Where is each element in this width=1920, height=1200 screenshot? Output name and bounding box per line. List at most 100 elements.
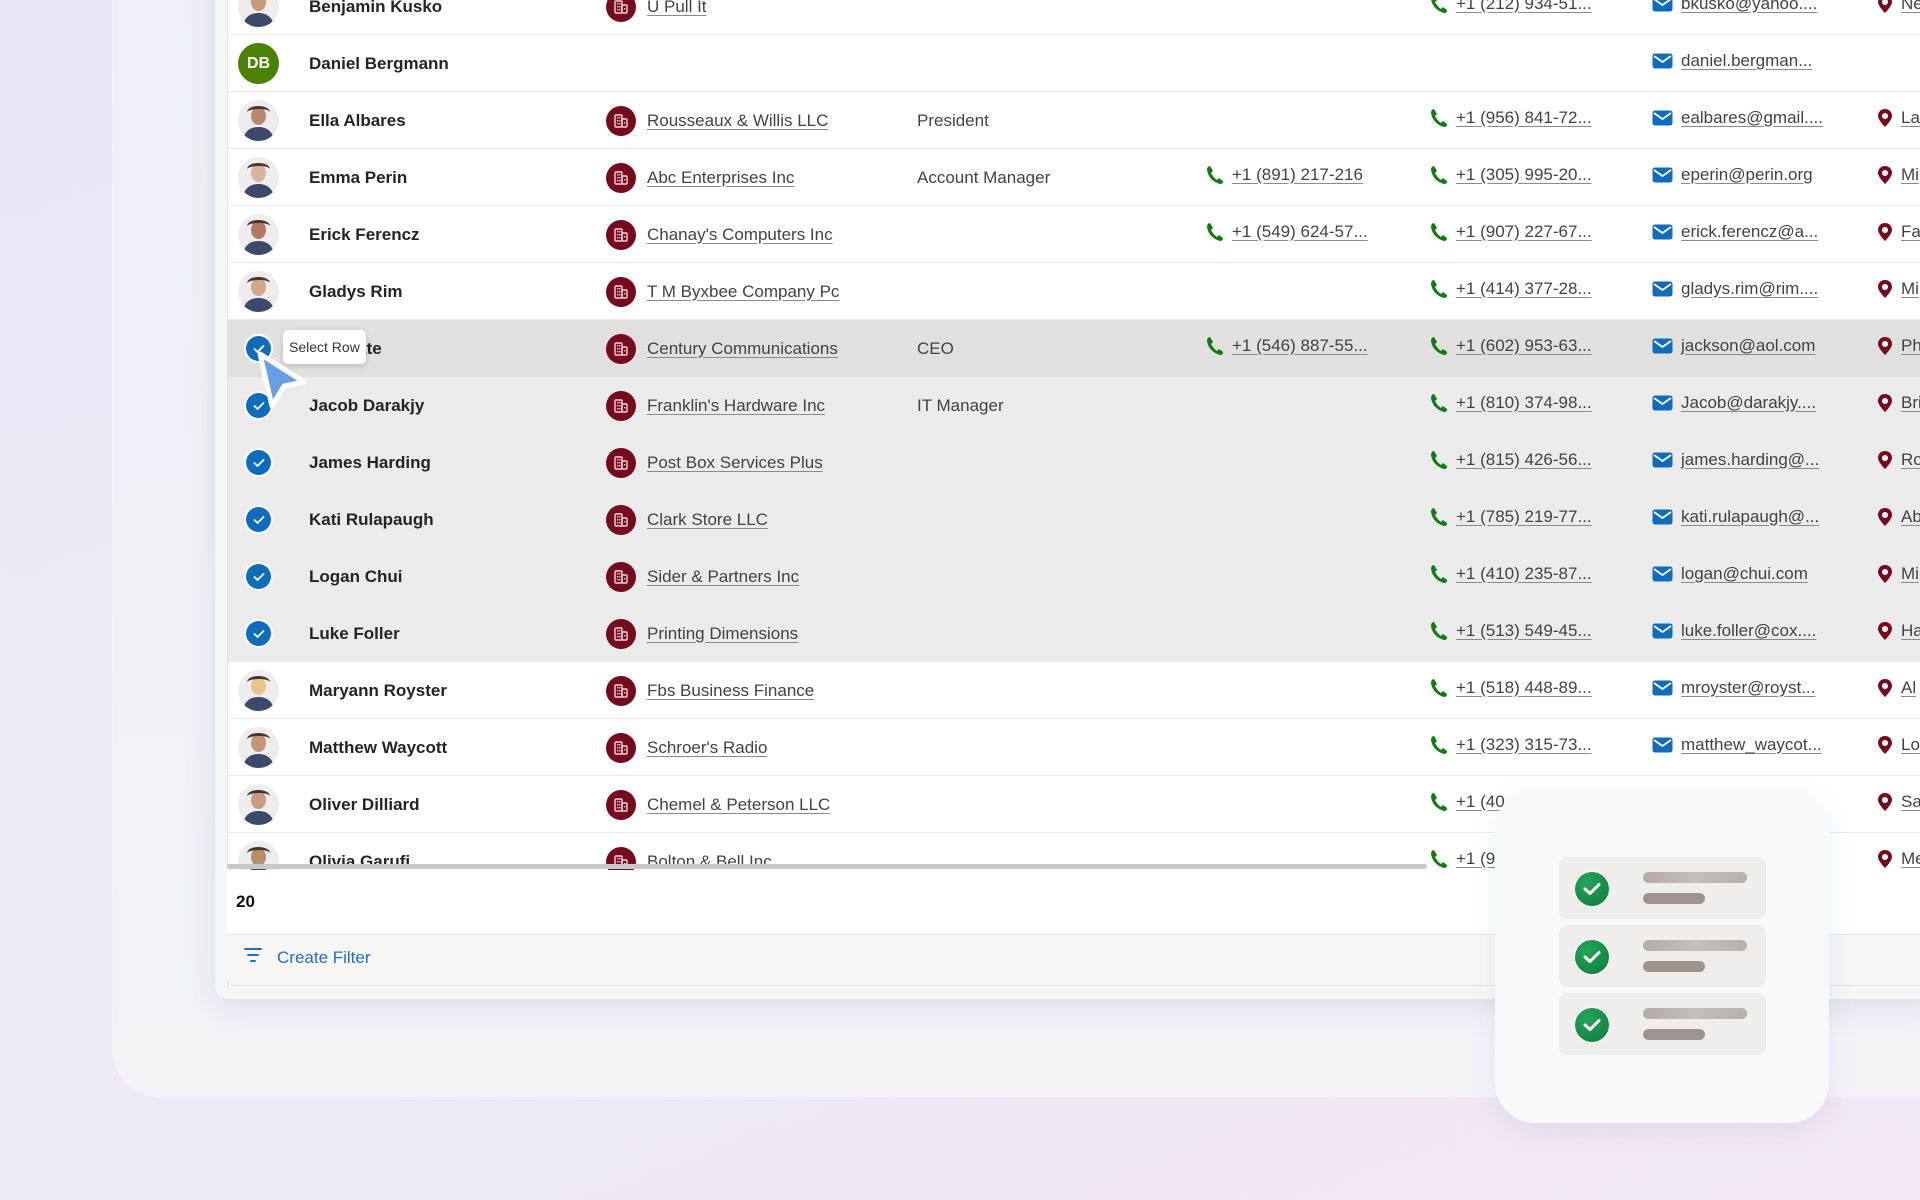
location-link[interactable]: Ha [1901,621,1920,641]
mobile-phone-link[interactable]: +1 (513) 549-45... [1456,621,1592,641]
table-row[interactable]: James Harding Post Box Services Plus +1 (8… [228,434,1920,491]
company-link[interactable]: Abc Enterprises Inc [647,168,794,188]
mobile-phone-link[interactable]: +1 (785) 219-77... [1456,507,1592,527]
location-link[interactable]: Ro [1901,450,1920,470]
horizontal-scrollbar[interactable] [227,864,1427,869]
company-link[interactable]: Century Communications [647,339,838,359]
business-phone-link[interactable]: +1 (891) 217-216 [1232,165,1363,185]
avatar[interactable] [238,727,279,768]
checkmark-circle-icon[interactable] [246,621,271,646]
table-row[interactable]: Luke Foller Printing Dimensions +1 (513) 5… [228,605,1920,662]
table-row[interactable]: Jacob Darakjy Franklin's Hardware Inc IT M… [228,377,1920,434]
location-link[interactable]: Fa [1901,222,1920,242]
location-link[interactable]: La [1901,108,1920,128]
email-link[interactable]: Jacob@darakjy.... [1681,393,1816,413]
contact-name[interactable]: Daniel Bergmann [309,54,449,74]
contact-name[interactable]: Matthew Waycott [309,738,447,758]
email-link[interactable]: bkusko@yahoo.... [1681,0,1817,14]
company-link[interactable]: T M Byxbee Company Pc [647,282,839,302]
location-link[interactable]: Mi [1901,165,1919,185]
mobile-phone-link[interactable]: +1 (40 [1456,792,1505,812]
mobile-phone-link[interactable]: +1 (956) 841-72... [1456,108,1592,128]
contact-name[interactable]: Emma Perin [309,168,407,188]
table-row[interactable]: Matthew Waycott Schroer's Radio +1 (323) 3… [228,719,1920,776]
contact-name[interactable]: Gladys Rim [309,282,403,302]
checkmark-circle-icon[interactable] [246,564,271,589]
table-row[interactable]: Kati Rulapaugh Clark Store LLC +1 (785) 21… [228,491,1920,548]
location-link[interactable]: Lo [1901,735,1920,755]
contact-name[interactable]: Kati Rulapaugh [309,510,434,530]
contact-name[interactable]: Erick Ferencz [309,225,420,245]
table-row[interactable]: Logan Chui Sider & Partners Inc +1 (410) 2… [228,548,1920,605]
email-link[interactable]: james.harding@... [1681,450,1819,470]
company-link[interactable]: U Pull It [647,0,707,17]
email-link[interactable]: luke.foller@cox.... [1681,621,1816,641]
mobile-phone-link[interactable]: +1 (305) 995-20... [1456,165,1592,185]
email-link[interactable]: logan@chui.com [1681,564,1808,584]
email-link[interactable]: eperin@perin.org [1681,165,1813,185]
location-link[interactable]: Me [1901,849,1920,869]
business-phone-link[interactable]: +1 (549) 624-57... [1232,222,1368,242]
contact-name[interactable]: Luke Foller [309,624,400,644]
company-link[interactable]: Rousseaux & Willis LLC [647,111,828,131]
table-row[interactable]: Erick Ferencz Chanay's Computers Inc +1 (5… [228,206,1920,263]
email-link[interactable]: mroyster@royst... [1681,678,1815,698]
table-row[interactable]: Ella Albares Rousseaux & Willis LLC Presid… [228,92,1920,149]
contact-name[interactable]: Ella Albares [309,111,406,131]
contact-name[interactable]: Jacob Darakjy [309,396,424,416]
location-link[interactable]: Bri [1901,393,1920,413]
business-phone-link[interactable]: +1 (546) 887-55... [1232,336,1368,356]
table-row[interactable]: Gladys Rim T M Byxbee Company Pc +1 (414) … [228,263,1920,320]
table-row[interactable]: Emma Perin Abc Enterprises Inc Account Man… [228,149,1920,206]
avatar[interactable] [238,214,279,255]
location-link[interactable]: Sa [1901,792,1920,812]
contact-name[interactable]: Benjamin Kusko [309,0,442,17]
mobile-phone-link[interactable]: +1 (518) 448-89... [1456,678,1592,698]
email-link[interactable]: daniel.bergman... [1681,51,1812,71]
mobile-phone-link[interactable]: +1 (9 [1456,849,1495,869]
email-link[interactable]: kati.rulapaugh@... [1681,507,1819,527]
company-link[interactable]: Post Box Services Plus [647,453,823,473]
company-link[interactable]: Sider & Partners Inc [647,567,799,587]
email-link[interactable]: matthew_waycot... [1681,735,1822,755]
email-link[interactable]: jackson@aol.com [1681,336,1815,356]
avatar[interactable] [238,784,279,825]
email-link[interactable]: gladys.rim@rim.... [1681,279,1818,299]
checkmark-circle-icon[interactable] [246,507,271,532]
company-link[interactable]: Chemel & Peterson LLC [647,795,830,815]
contact-name[interactable]: Logan Chui [309,567,402,587]
email-link[interactable]: ealbares@gmail.... [1681,108,1823,128]
checkmark-circle-icon[interactable] [246,450,271,475]
company-link[interactable]: Franklin's Hardware Inc [647,396,825,416]
mobile-phone-link[interactable]: +1 (815) 426-56... [1456,450,1592,470]
avatar[interactable] [238,0,279,27]
table-row[interactable]: PoquetteCentury CommunicationsCEO+1 (546… [228,320,1920,377]
avatar[interactable] [238,271,279,312]
email-link[interactable]: erick.ferencz@a... [1681,222,1818,242]
company-link[interactable]: Clark Store LLC [647,510,768,530]
mobile-phone-link[interactable]: +1 (907) 227-67... [1456,222,1592,242]
avatar[interactable] [238,100,279,141]
table-row[interactable]: DB Daniel Bergmann daniel.bergman... [228,35,1920,92]
location-link[interactable]: Mi [1901,279,1919,299]
mobile-phone-link[interactable]: +1 (810) 374-98... [1456,393,1592,413]
contact-name[interactable]: James Harding [309,453,431,473]
company-link[interactable]: Fbs Business Finance [647,681,814,701]
contact-name[interactable]: Oliver Dilliard [309,795,420,815]
mobile-phone-link[interactable]: +1 (414) 377-28... [1456,279,1592,299]
location-link[interactable]: Ne [1901,0,1920,14]
mobile-phone-link[interactable]: +1 (212) 934-51... [1456,0,1592,14]
company-link[interactable]: Chanay's Computers Inc [647,225,833,245]
avatar[interactable]: DB [238,43,279,84]
location-link[interactable]: Mi [1901,564,1919,584]
create-filter-button[interactable]: Create Filter [243,947,371,968]
location-link[interactable]: Ab [1901,507,1920,527]
location-link[interactable]: Ph [1901,336,1920,356]
table-row[interactable]: Benjamin Kusko U Pull It +1 (212) 934-51..… [228,0,1920,35]
avatar[interactable] [238,670,279,711]
avatar[interactable] [238,157,279,198]
mobile-phone-link[interactable]: +1 (323) 315-73... [1456,735,1592,755]
company-link[interactable]: Schroer's Radio [647,738,767,758]
mobile-phone-link[interactable]: +1 (410) 235-87... [1456,564,1592,584]
table-row[interactable]: Maryann Royster Fbs Business Finance +1 (5… [228,662,1920,719]
